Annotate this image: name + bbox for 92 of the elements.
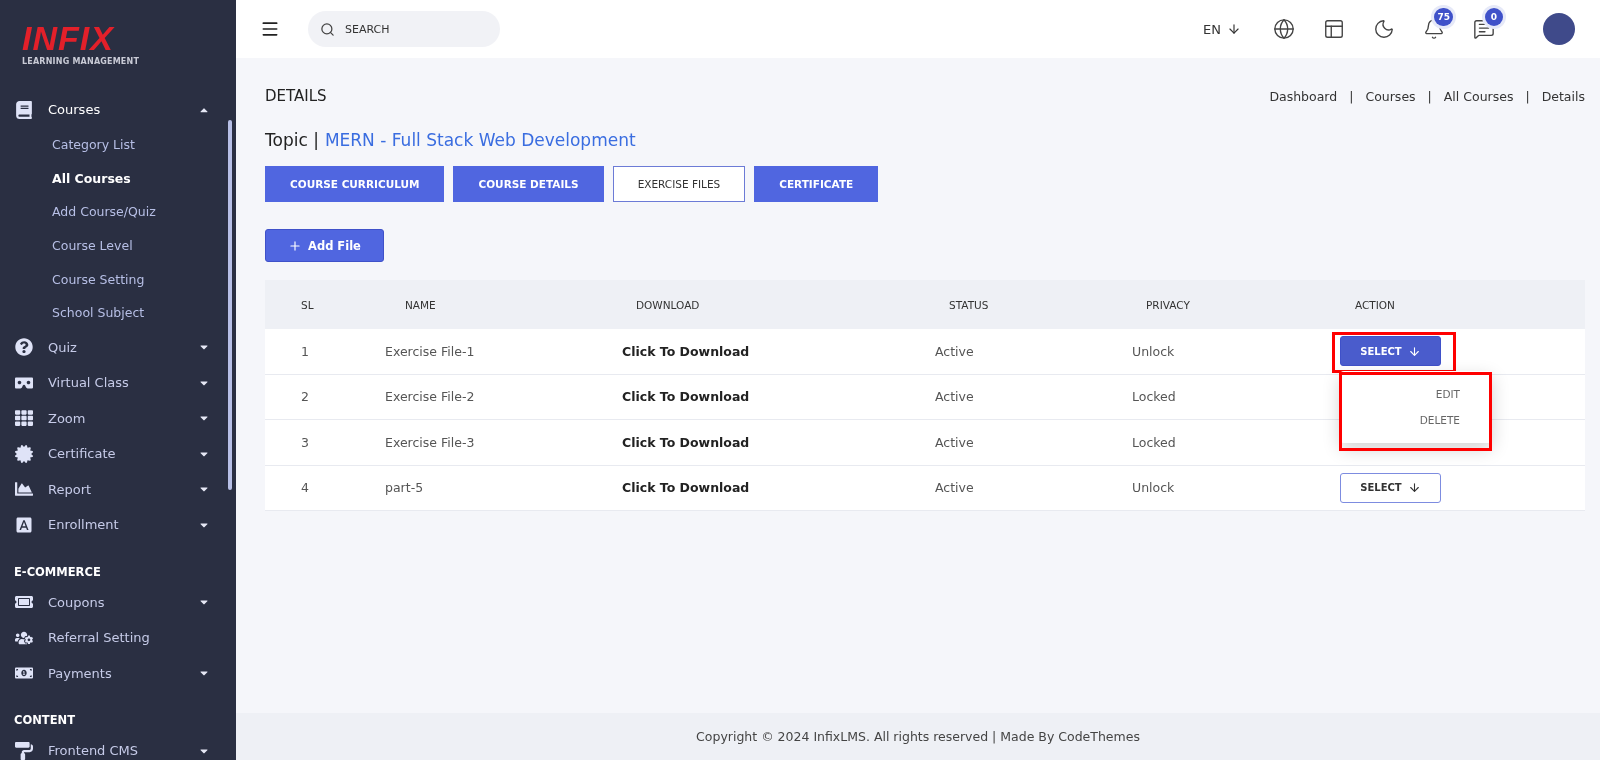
menu-item[interactable]: EDIT — [1340, 381, 1492, 407]
page-title: DETAILS — [265, 87, 327, 105]
column-header: SL — [300, 298, 315, 311]
breadcrumb-link[interactable]: All Courses — [1443, 88, 1514, 104]
avatar[interactable] — [1543, 13, 1575, 45]
table-cell-text: 4 — [300, 480, 310, 496]
column-header: DOWNLOAD — [635, 298, 701, 311]
sidebar-item[interactable]: Payments — [0, 655, 236, 692]
sidebar-item[interactable]: Report — [0, 471, 236, 508]
column-header: NAME — [404, 298, 437, 311]
table-cell-text: Active — [935, 343, 975, 359]
table-cell-text: Unlock — [1132, 480, 1176, 496]
add-file-button[interactable]: Add File — [265, 229, 384, 262]
table-cell-text: Locked — [1132, 389, 1177, 405]
scrollbar[interactable] — [228, 120, 232, 490]
tab[interactable]: COURSE CURRICULUM — [265, 166, 445, 202]
paint-roller-icon — [14, 741, 34, 760]
sidebar-subitem[interactable]: School Subject — [0, 295, 236, 330]
sidebar-item[interactable]: Virtual Class — [0, 365, 236, 401]
table-cell-text: part-5 — [385, 480, 425, 496]
table-cell-text: 1 — [300, 343, 310, 359]
menu-item[interactable]: DELETE — [1340, 407, 1492, 433]
table-cell-text: Active — [935, 480, 975, 496]
column-header: PRIVACY — [1145, 298, 1191, 311]
language-selector[interactable]: EN — [1203, 21, 1241, 37]
sidebar-subitem[interactable]: Course Setting — [0, 262, 236, 296]
tab[interactable]: CERTIFICATE — [754, 166, 879, 202]
sidebar-item[interactable]: Coupons — [0, 584, 236, 621]
sidebar-item[interactable]: Enrollment — [0, 507, 236, 543]
arrow-down-icon — [1407, 344, 1421, 358]
section-heading: CONTENT — [13, 712, 76, 730]
table-cell-text: Unlock — [1132, 343, 1176, 359]
message-count: 0 — [1485, 8, 1503, 26]
sidebar-subitem[interactable]: Category List — [0, 127, 236, 162]
sidebar-subitem[interactable]: Add Course/Quiz — [0, 194, 236, 229]
download-link[interactable]: Click To Download — [622, 434, 935, 450]
notification-count: 75 — [1434, 8, 1453, 26]
breadcrumb-link[interactable]: Dashboard — [1269, 88, 1338, 104]
logo-subtitle: LEARNING MANAGEMENT — [22, 57, 141, 66]
bell-icon[interactable] — [1423, 18, 1445, 40]
table-cell-text: Active — [935, 434, 975, 450]
plus-icon — [288, 238, 302, 253]
table-cell-text: Locked — [1132, 434, 1177, 450]
arrow-down-icon — [1227, 22, 1241, 36]
table-cell-text: 3 — [300, 434, 310, 450]
area-chart-icon — [14, 480, 34, 499]
table-cell-text: Exercise File-3 — [385, 434, 476, 450]
sidebar-item[interactable]: Quiz — [0, 329, 236, 366]
column-header: STATUS — [948, 298, 990, 311]
sidebar-subitem[interactable]: All Courses — [0, 161, 236, 195]
logo-title: INFIX — [22, 20, 116, 56]
topic-label: Topic | — [265, 130, 319, 150]
question-icon — [14, 338, 34, 357]
breadcrumb-separator: | — [1525, 88, 1530, 104]
menu-icon[interactable] — [260, 19, 280, 39]
tab[interactable]: EXERCISE FILES — [612, 166, 746, 202]
select-button[interactable]: SELECT — [1340, 336, 1441, 367]
arrow-down-icon — [1407, 481, 1421, 495]
table-cell-text: Exercise File-2 — [385, 389, 476, 405]
grid-icon — [14, 409, 34, 428]
download-link[interactable]: Click To Download — [622, 480, 935, 496]
tab[interactable]: COURSE DETAILS — [453, 166, 604, 202]
sidebar-item[interactable]: Courses — [0, 92, 236, 128]
book-icon — [14, 100, 34, 119]
sidebar-item[interactable]: Referral Setting — [0, 620, 236, 656]
search-field[interactable]: SEARCH — [343, 21, 483, 37]
badge-icon — [14, 444, 34, 463]
footer-text: Copyright © 2024 InfixLMS. All rights reserved | Made By CodeThemes — [236, 713, 1600, 760]
breadcrumb-separator: | — [1349, 88, 1354, 104]
download-link[interactable]: Click To Download — [622, 389, 935, 405]
topic-link[interactable]: MERN - Full Stack Web Development — [324, 130, 636, 150]
search-bar[interactable]: SEARCH — [308, 11, 500, 47]
sidebar-item[interactable]: Certificate — [0, 436, 236, 472]
letter-a-icon — [14, 515, 34, 534]
table-cell-text: 2 — [300, 389, 310, 405]
search-icon — [320, 21, 335, 37]
sidebar-item[interactable]: Zoom — [0, 400, 236, 437]
download-link[interactable]: Click To Download — [622, 343, 935, 359]
breadcrumb-separator: | — [1427, 88, 1432, 104]
breadcrumb-link[interactable]: Details — [1541, 88, 1585, 104]
table-cell-text: Exercise File-1 — [385, 343, 476, 359]
globe-icon[interactable] — [1273, 18, 1295, 40]
chat-icon[interactable] — [1473, 18, 1495, 40]
layout-icon[interactable] — [1323, 18, 1345, 40]
section-heading: E-COMMERCE — [13, 563, 102, 581]
column-header: ACTION — [1354, 298, 1396, 311]
select-button[interactable]: SELECT — [1340, 472, 1441, 503]
table-cell-text: Active — [935, 389, 975, 405]
sidebar-subitem[interactable]: Course Level — [0, 228, 236, 263]
moon-icon[interactable] — [1373, 18, 1395, 40]
breadcrumb-link[interactable]: Courses — [1365, 88, 1416, 104]
sidebar-item[interactable]: Frontend CMS — [0, 733, 236, 760]
